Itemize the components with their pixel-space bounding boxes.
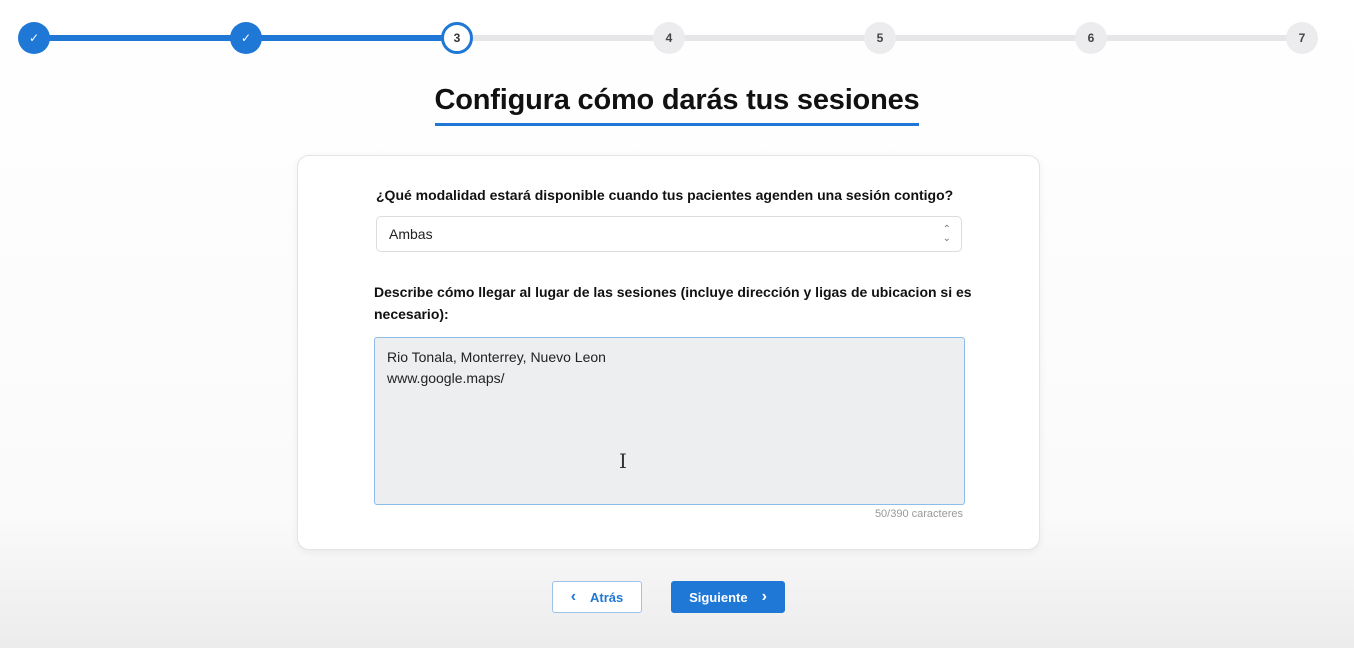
step-number: 3: [453, 31, 461, 45]
progress-stepper: ✓ ✓ 3 4 5 6 7: [0, 0, 1354, 80]
directions-question-label: Describe cómo llegar al lugar de las ses…: [374, 284, 972, 322]
step-number: 7: [1298, 31, 1306, 45]
back-button-label: Atrás: [590, 589, 624, 605]
page-title: Configura cómo darás tus sesiones: [434, 84, 920, 126]
form-card: ¿Qué modalidad estará disponible cuando …: [297, 155, 1040, 550]
step-7: 7: [1286, 22, 1318, 54]
step-4: 4: [653, 22, 685, 54]
text-cursor-icon: I: [619, 449, 627, 473]
page-title-wrapper: Configura cómo darás tus sesiones: [0, 84, 1354, 126]
chevron-right-icon: ›: [761, 588, 767, 605]
directions-line-1: Rio Tonala, Monterrey, Nuevo Leon: [387, 349, 606, 365]
char-counter: 50/390 caracteres: [874, 508, 963, 520]
next-button[interactable]: Siguiente ›: [671, 581, 785, 613]
check-icon: ✓: [240, 31, 252, 45]
step-1-completed: ✓: [18, 22, 50, 54]
step-number: 4: [665, 31, 673, 45]
directions-textarea[interactable]: Rio Tonala, Monterrey, Nuevo Leon www.go…: [374, 337, 965, 505]
select-chevron-icon: ⌃ ⌄: [942, 224, 951, 244]
modality-question-label: ¿Qué modalidad estará disponible cuando …: [376, 187, 954, 203]
step-6: 6: [1075, 22, 1107, 54]
step-5: 5: [864, 22, 896, 54]
step-number: 5: [876, 31, 884, 45]
modality-select-value: Ambas: [389, 226, 433, 242]
check-icon: ✓: [28, 31, 40, 45]
directions-line-2: www.google.maps/: [387, 370, 505, 386]
next-button-label: Siguiente: [689, 589, 748, 605]
chevron-left-icon: ‹: [570, 588, 577, 605]
back-button[interactable]: ‹ Atrás: [552, 581, 642, 613]
step-3-current: 3: [441, 22, 473, 54]
step-number: 6: [1087, 31, 1095, 45]
step-2-completed: ✓: [230, 22, 262, 54]
modality-select[interactable]: Ambas ⌃ ⌄: [376, 216, 962, 252]
